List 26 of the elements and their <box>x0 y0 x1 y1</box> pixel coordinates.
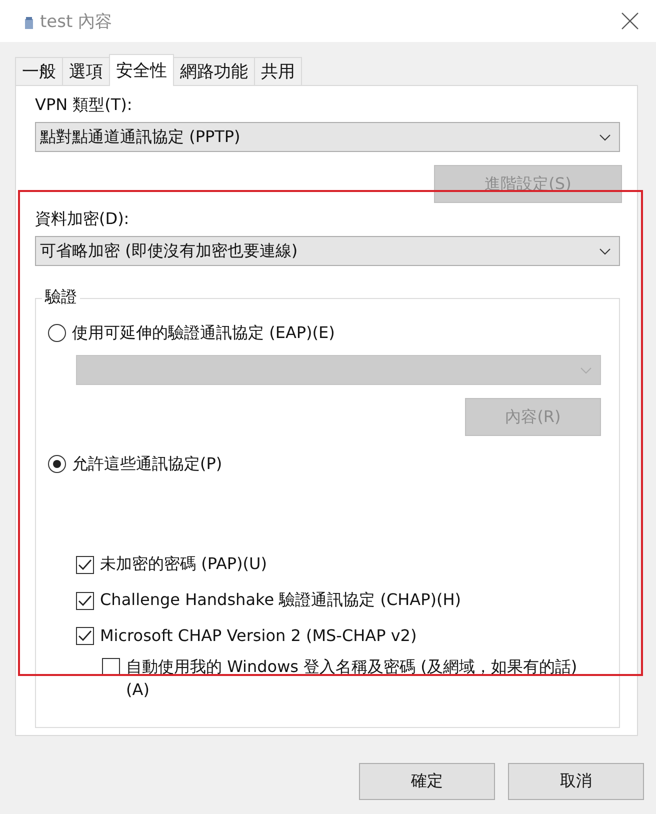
dialog-button[interactable]: 確定 <box>359 763 495 800</box>
checkbox[interactable] <box>76 626 94 644</box>
encryption-dropdown[interactable]: 可省略加密 (即使沒有加密也要連線) <box>35 236 620 266</box>
chevron-icon <box>599 248 611 254</box>
field-label: VPN 類型(T): <box>35 94 134 116</box>
field-label: 資料加密(D): <box>35 208 130 230</box>
close-icon[interactable] <box>621 12 639 30</box>
checkbox[interactable] <box>76 592 94 610</box>
checkbox-label: 自動使用我的 Windows 登入名稱及密碼 (及網域，如果有的話)(A) <box>126 656 578 701</box>
checkbox[interactable] <box>76 556 94 574</box>
tab[interactable]: 一般 <box>15 57 63 85</box>
chevron-icon <box>580 366 592 374</box>
tab[interactable]: 共用 <box>254 57 302 85</box>
vpn-icon <box>24 16 34 30</box>
dialog-button[interactable]: 取消 <box>508 763 644 800</box>
window-title: test 內容 <box>40 10 114 32</box>
radio-button[interactable] <box>48 455 66 473</box>
vpn-type-dropdown[interactable]: 點對點通道通訊協定 (PPTP) <box>35 122 620 152</box>
radio-button[interactable] <box>48 324 66 342</box>
option-label: 使用可延伸的驗證通訊協定 (EAP)(E) <box>72 322 335 344</box>
checkbox-label: Microsoft CHAP Version 2 (MS-CHAP v2) <box>100 626 417 645</box>
checkbox-label: 未加密的密碼 (PAP)(U) <box>100 554 267 575</box>
option-label: 允許這些通訊協定(P) <box>72 454 222 474</box>
chevron-icon <box>599 134 611 140</box>
checkbox-label: Challenge Handshake 驗證通訊協定 (CHAP)(H) <box>100 590 461 611</box>
tab[interactable]: 安全性 <box>109 54 174 86</box>
